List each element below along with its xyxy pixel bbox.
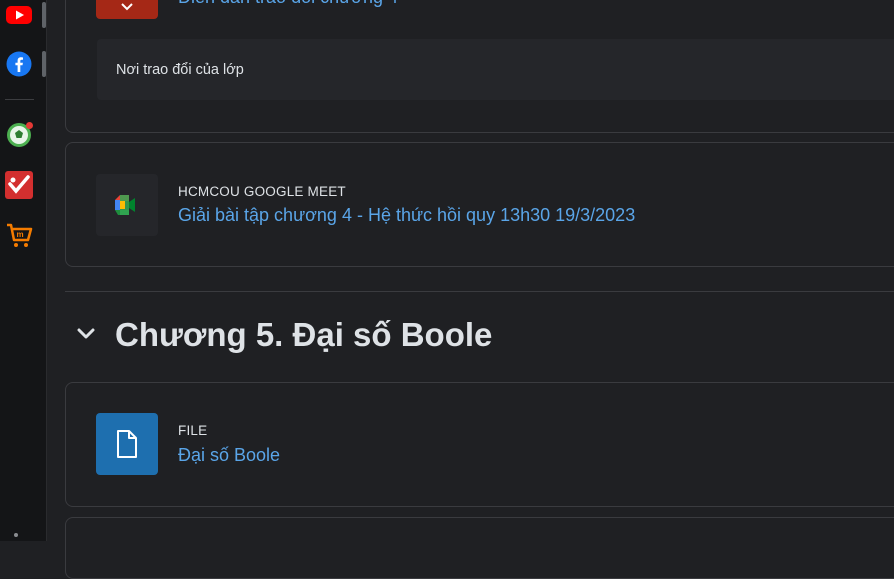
- file-icon[interactable]: [96, 413, 158, 475]
- checkmark-app-icon[interactable]: [5, 171, 33, 199]
- facebook-icon[interactable]: [5, 50, 33, 78]
- section-divider: [65, 291, 894, 292]
- browser-sidebar: m: [0, 0, 47, 541]
- chevron-down-icon[interactable]: [77, 327, 95, 341]
- meet-activity-card: HCMCOU GOOGLE MEET Giải bài tập chương 4…: [65, 142, 894, 267]
- section-title: Chương 5. Đại số Boole: [115, 316, 493, 353]
- shopping-cart-icon[interactable]: m: [5, 221, 33, 249]
- youtube-icon[interactable]: [5, 1, 33, 29]
- forum-description: Nơi trao đổi của lớp: [116, 62, 244, 78]
- forum-link[interactable]: Diễn đàn trao đổi chương 4: [178, 0, 398, 8]
- activity-type-label: HCMCOU GOOGLE MEET: [178, 184, 346, 199]
- file-activity-card: FILE Đại số Boole: [65, 382, 894, 507]
- forum-description-box: Nơi trao đổi của lớp: [97, 39, 894, 100]
- sidebar-more-dot: [14, 533, 18, 537]
- sidebar-separator: [5, 99, 34, 100]
- file-link[interactable]: Đại số Boole: [178, 445, 280, 466]
- google-meet-icon[interactable]: [96, 174, 158, 236]
- notification-badge: [26, 122, 33, 129]
- activity-type-label: FILE: [178, 423, 208, 438]
- forum-icon[interactable]: [96, 0, 158, 19]
- course-content: Diễn đàn trao đổi chương 4 Nơi trao đổi …: [46, 0, 894, 579]
- forum-activity-card: Diễn đàn trao đổi chương 4 Nơi trao đổi …: [65, 0, 894, 133]
- meet-link[interactable]: Giải bài tập chương 4 - Hệ thức hồi quy …: [178, 205, 635, 226]
- svg-text:m: m: [17, 230, 24, 239]
- next-activity-card: [65, 517, 894, 579]
